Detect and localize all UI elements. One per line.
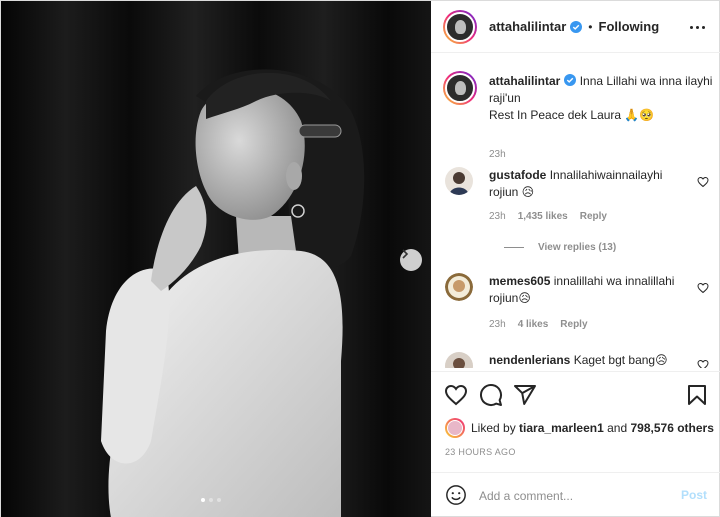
separator-dot: • <box>588 19 593 34</box>
reply-button[interactable]: Reply <box>560 319 587 330</box>
commenter-username[interactable]: nendenlerians <box>489 353 570 367</box>
likes-summary: Liked by tiara_marleen1 and 798,576 othe… <box>445 418 714 438</box>
comment-text: memes605 innalillahi wa innalillahi roji… <box>489 274 675 305</box>
liker-username[interactable]: tiara_marleen1 <box>519 421 604 435</box>
comment-likes[interactable]: 4 likes <box>518 319 549 330</box>
comment-time: 23h <box>489 319 506 330</box>
liker-avatar[interactable] <box>445 418 465 438</box>
emoji-icon[interactable] <box>445 484 467 506</box>
verified-badge-icon <box>570 20 583 33</box>
likes-count[interactable]: 798,576 others <box>631 421 714 435</box>
caption-time: 23h <box>489 149 506 160</box>
bookmark-icon[interactable] <box>685 383 709 407</box>
comment-text: nendenlerians Kaget bgt bang😥 <box>489 353 668 367</box>
action-bar <box>431 371 720 415</box>
instagram-post: attahalilintar • Following attahalilinta… <box>0 0 720 517</box>
view-replies-button[interactable]: View replies (13) <box>504 242 616 253</box>
carousel-dot <box>201 498 205 502</box>
commenter-avatar[interactable] <box>445 167 473 195</box>
post-header: attahalilintar • Following <box>431 1 720 53</box>
verified-badge-icon <box>564 74 577 86</box>
like-comment-heart-icon[interactable] <box>697 176 709 188</box>
add-comment-bar: Post <box>431 472 720 517</box>
post-photo[interactable] <box>1 1 431 517</box>
caption-line-2: Rest In Peace dek Laura 🙏🥺 <box>489 108 655 122</box>
carousel-indicator <box>201 498 221 502</box>
caption-avatar[interactable] <box>443 71 477 105</box>
comment-meta: 23h 4 likes Reply <box>489 319 588 330</box>
commenter-avatar[interactable] <box>445 352 473 368</box>
commenter-avatar[interactable] <box>445 273 473 301</box>
commenter-username[interactable]: memes605 <box>489 274 550 288</box>
author-username[interactable]: attahalilintar <box>489 19 566 34</box>
post-timestamp[interactable]: 23 HOURS AGO <box>445 447 516 457</box>
comments-list: attahalilintar Inna Lillahi wa inna ilay… <box>431 54 720 368</box>
reply-button[interactable]: Reply <box>580 211 607 222</box>
comment-text: gustafode Innalilahiwainnailayhi rojiun … <box>489 168 663 199</box>
share-icon[interactable] <box>513 383 537 407</box>
comment-input[interactable] <box>479 486 669 506</box>
carousel-dot <box>209 498 213 502</box>
comment-meta: 23h 1,435 likes Reply <box>489 211 607 222</box>
like-comment-heart-icon[interactable] <box>697 359 709 368</box>
comment-time: 23h <box>489 211 506 222</box>
more-options-icon[interactable] <box>687 19 707 35</box>
next-slide-button[interactable] <box>400 249 422 271</box>
chevron-right-icon <box>402 249 409 259</box>
commenter-username[interactable]: gustafode <box>489 168 546 182</box>
caption-text: attahalilintar Inna Lillahi wa inna ilay… <box>489 73 719 124</box>
following-button[interactable]: Following <box>599 19 660 34</box>
heart-icon[interactable] <box>444 383 468 407</box>
like-comment-heart-icon[interactable] <box>697 282 709 294</box>
post-sidebar: attahalilintar • Following attahalilinta… <box>431 1 720 517</box>
portrait-photo <box>1 1 431 517</box>
comment-icon[interactable] <box>479 383 503 407</box>
carousel-dot <box>217 498 221 502</box>
caption-username[interactable]: attahalilintar <box>489 74 560 88</box>
comment-likes[interactable]: 1,435 likes <box>518 211 568 222</box>
author-avatar[interactable] <box>443 9 477 44</box>
post-comment-button[interactable]: Post <box>681 488 707 502</box>
